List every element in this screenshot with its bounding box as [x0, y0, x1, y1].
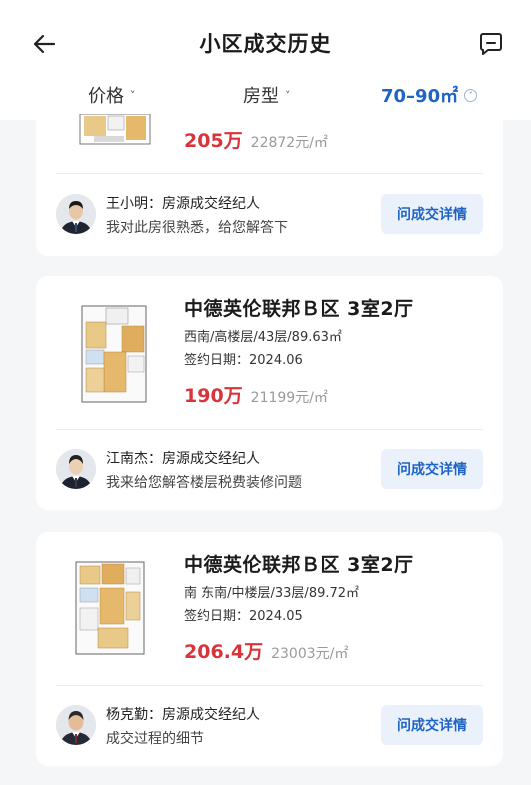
listing-title: 中德英伦联邦Ｂ区 3室2厅	[184, 554, 414, 576]
price-row: 205万 22872元/㎡	[184, 126, 328, 153]
listing-title: 中德英伦联邦Ｂ区 3室2厅	[184, 298, 414, 320]
filter-price-label: 价格	[88, 86, 124, 107]
message-button[interactable]	[475, 28, 507, 60]
ask-deal-details-button[interactable]: 问成交详情	[381, 449, 483, 489]
unit-price: 23003元/㎡	[271, 646, 349, 662]
total-price: 205万	[184, 130, 243, 152]
listing-card[interactable]: 205万 22872元/㎡ 王小明：房源成交经纪人 我对此房很熟悉，给您解答下 …	[36, 114, 503, 256]
agent-message: 我对此房很熟悉，给您解答下	[106, 220, 288, 236]
filter-room-type-label: 房型	[243, 86, 279, 107]
listing-card[interactable]: 中德英伦联邦Ｂ区 3室2厅 南 东南/中楼层/33层/89.72㎡ 签约日期：2…	[36, 532, 503, 766]
floor-plan-image	[72, 298, 156, 408]
unit-price: 21199元/㎡	[250, 390, 328, 406]
price-row: 206.4万 23003元/㎡	[184, 637, 348, 664]
top-bar: 小区成交历史 价格 ˅ 房型 ˅ 70–90㎡ ˅	[0, 0, 531, 120]
divider	[56, 429, 483, 430]
agent-name: 杨克勤：房源成交经纪人	[106, 707, 260, 723]
filter-area-label: 70–90㎡	[381, 86, 459, 107]
ask-deal-details-button[interactable]: 问成交详情	[381, 705, 483, 745]
ask-deal-details-button[interactable]: 问成交详情	[381, 194, 483, 234]
avatar	[56, 705, 96, 745]
chat-bubble-icon	[480, 33, 502, 55]
listing-info: 西南/高楼层/43层/89.63㎡	[184, 330, 342, 345]
price-row: 190万 21199元/㎡	[184, 381, 328, 408]
chevron-down-circle-icon: ˅	[464, 88, 478, 102]
divider	[56, 685, 483, 686]
total-price: 206.4万	[184, 641, 264, 663]
divider	[56, 173, 483, 174]
filter-area[interactable]: 70–90㎡ ˅	[381, 82, 478, 108]
listing-info: 南 东南/中楼层/33层/89.72㎡	[184, 586, 360, 601]
sign-date: 签约日期：2024.06	[184, 353, 303, 368]
agent-name: 江南杰：房源成交经纪人	[106, 451, 260, 467]
total-price: 190万	[184, 385, 243, 407]
filter-room-type[interactable]: 房型 ˅	[243, 82, 291, 108]
floor-plan-image	[68, 552, 152, 662]
agent-name: 王小明：房源成交经纪人	[106, 196, 260, 212]
agent-message: 我来给您解答楼层税费装修问题	[106, 475, 302, 491]
avatar	[56, 194, 96, 234]
chevron-down-icon: ˅	[285, 88, 291, 102]
listing-card[interactable]: 中德英伦联邦Ｂ区 3室2厅 西南/高楼层/43层/89.63㎡ 签约日期：202…	[36, 276, 503, 510]
sign-date: 签约日期：2024.05	[184, 609, 303, 624]
floor-plan-image	[74, 114, 158, 150]
unit-price: 22872元/㎡	[250, 135, 328, 151]
agent-message: 成交过程的细节	[106, 731, 204, 747]
page-title: 小区成交历史	[199, 32, 332, 56]
chevron-down-icon: ˅	[130, 88, 136, 102]
filter-price[interactable]: 价格 ˅	[88, 82, 136, 108]
avatar	[56, 449, 96, 489]
